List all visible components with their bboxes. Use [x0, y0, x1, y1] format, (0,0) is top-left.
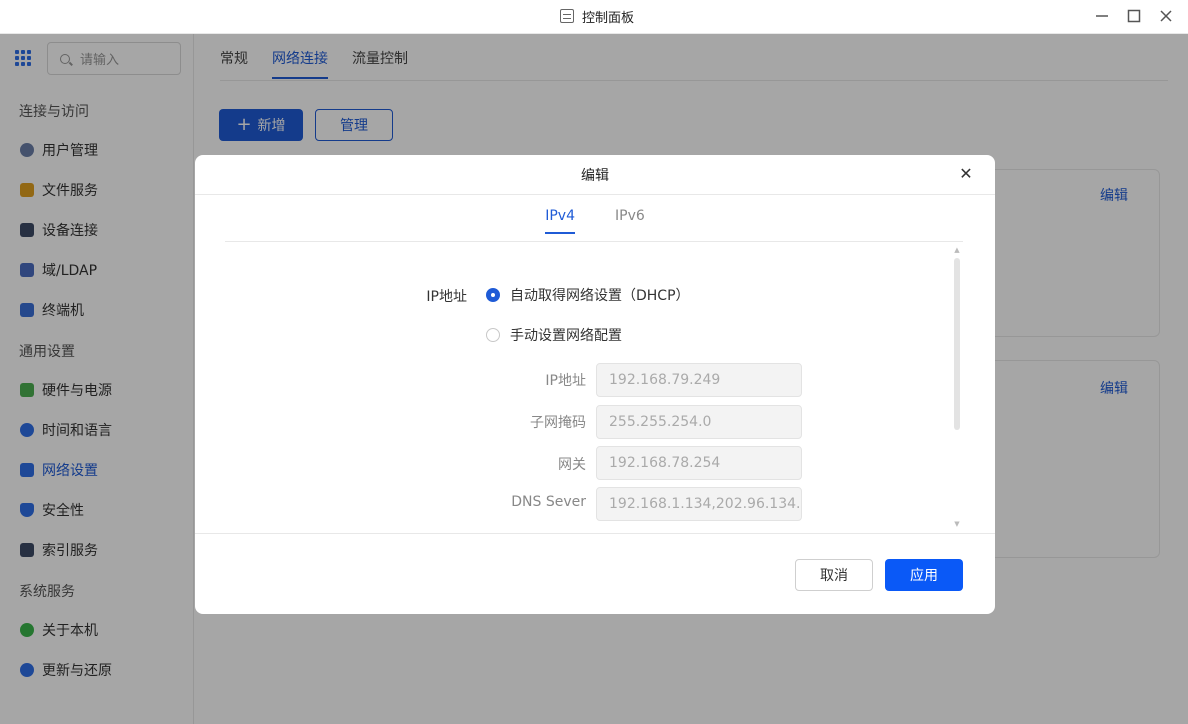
apply-button[interactable]: 应用 — [885, 559, 963, 591]
edit-dialog: 编辑 ✕ IPv4 IPv6 IP地址 自动取得网络设置（DHCP） 手动设置网… — [195, 155, 995, 614]
window-title: 控制面板 — [582, 10, 635, 26]
radio-dhcp-dot[interactable] — [486, 288, 500, 302]
radio-manual-dot[interactable] — [486, 328, 500, 342]
cancel-button[interactable]: 取消 — [795, 559, 873, 591]
ip-address-field[interactable]: 192.168.79.249 — [596, 363, 802, 397]
subnet-mask-field[interactable]: 255.255.254.0 — [596, 405, 802, 439]
field-label-dns: DNS Sever — [511, 494, 586, 510]
window-title-group: 控制面板 — [560, 6, 634, 26]
ip-address-label: IP地址 — [426, 289, 467, 305]
control-panel-icon — [560, 9, 574, 23]
close-icon[interactable] — [1156, 6, 1176, 26]
scrollbar-thumb[interactable] — [954, 258, 960, 430]
tab-ipv6[interactable]: IPv6 — [615, 208, 645, 234]
gateway-field[interactable]: 192.168.78.254 — [596, 446, 802, 480]
maximize-icon[interactable] — [1124, 6, 1144, 26]
dialog-tabs: IPv4 IPv6 — [195, 208, 995, 234]
tab-ipv4[interactable]: IPv4 — [545, 208, 575, 234]
radio-manual[interactable]: 手动设置网络配置 — [486, 325, 622, 345]
scroll-down-icon[interactable]: ▼ — [954, 521, 960, 528]
radio-dhcp-label: 自动取得网络设置（DHCP） — [510, 288, 690, 304]
scrollbar[interactable]: ▲ ▼ — [954, 247, 960, 528]
scroll-up-icon[interactable]: ▲ — [954, 247, 960, 254]
radio-manual-label: 手动设置网络配置 — [510, 328, 622, 344]
dialog-footer: 取消 应用 — [195, 533, 995, 614]
field-label-gateway: 网关 — [558, 457, 586, 473]
dialog-header: 编辑 ✕ — [195, 155, 995, 195]
dns-server-field[interactable]: 192.168.1.134,202.96.134.1 — [596, 487, 802, 521]
radio-dhcp[interactable]: 自动取得网络设置（DHCP） — [486, 285, 690, 305]
minimize-icon[interactable] — [1092, 6, 1112, 26]
dialog-title: 编辑 — [581, 168, 609, 184]
close-icon[interactable]: ✕ — [957, 164, 975, 184]
title-bar: 控制面板 — [0, 0, 1188, 34]
field-label-subnet: 子网掩码 — [530, 415, 586, 431]
field-label-ip: IP地址 — [545, 373, 586, 389]
dialog-tab-divider — [225, 241, 963, 242]
